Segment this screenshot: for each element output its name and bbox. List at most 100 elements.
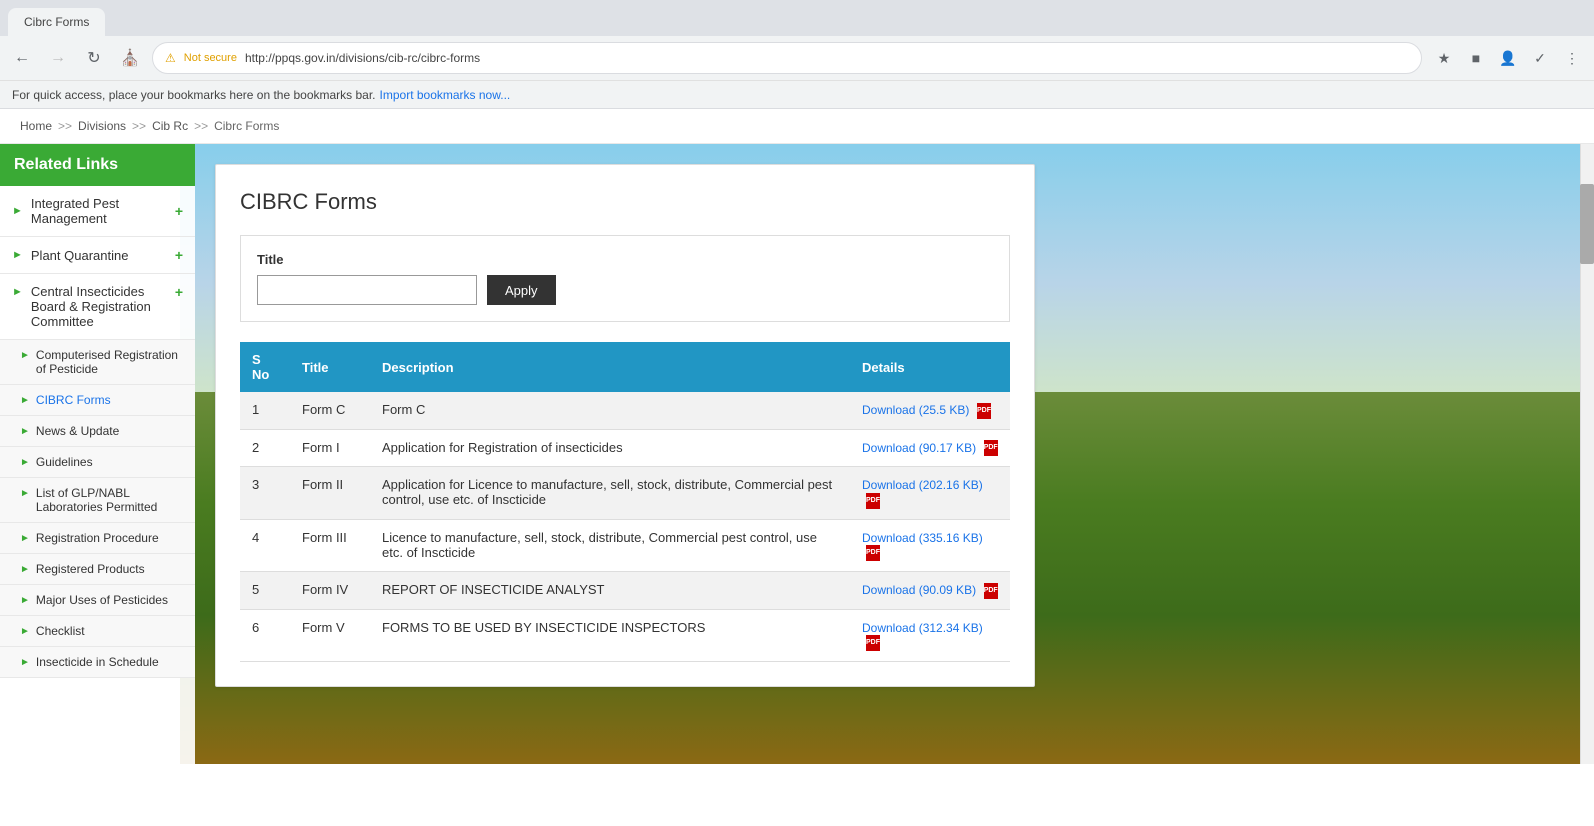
chrome-secure-icon[interactable]: ✓ [1526, 44, 1554, 72]
forward-button[interactable]: → [44, 44, 72, 72]
title-filter-input[interactable] [257, 275, 477, 305]
sidebar-sub-link-guidelines[interactable]: ► Guidelines [0, 447, 195, 477]
active-tab[interactable]: Cibrc Forms [8, 8, 105, 36]
sub-arrow-4: ► [20, 488, 30, 499]
sidebar-link-pq[interactable]: ► Plant Quarantine + [0, 237, 195, 273]
row-title-1: Form C [290, 392, 370, 429]
content-card: CIBRC Forms Title Apply S No Title [215, 164, 1035, 687]
sidebar-sub-link-labs[interactable]: ► List of GLP/NABL Laboratories Permitte… [0, 478, 195, 522]
table-row: 4 Form III Licence to manufacture, sell,… [240, 519, 1010, 572]
tab-title: Cibrc Forms [24, 15, 89, 29]
home-button[interactable]: ⛪ [116, 44, 144, 72]
extensions-button[interactable]: ■ [1462, 44, 1490, 72]
sidebar-sub-item-9: ► Insecticide in Schedule [0, 647, 195, 678]
profile-button[interactable]: 👤 [1494, 44, 1522, 72]
browser-chrome: Cibrc Forms ← → ↻ ⛪ ⚠ Not secure http://… [0, 0, 1594, 109]
table-row: 6 Form V FORMS TO BE USED BY INSECTICIDE… [240, 609, 1010, 662]
download-link-3[interactable]: Download (202.16 KB) [862, 478, 983, 492]
sidebar-sub-link-insecticide[interactable]: ► Insecticide in Schedule [0, 647, 195, 677]
sidebar-header: Related Links [0, 144, 195, 186]
pdf-icon-3: PDF [866, 493, 880, 509]
sidebar-arrow-pq: ► Plant Quarantine [12, 248, 128, 263]
table-row: 1 Form C Form C Download (25.5 KB) PDF [240, 392, 1010, 429]
download-link-2[interactable]: Download (90.17 KB) [862, 441, 976, 455]
breadcrumb-cib-rc[interactable]: Cib Rc [152, 119, 188, 133]
scrollbar[interactable] [1580, 144, 1594, 764]
row-desc-4: Licence to manufacture, sell, stock, dis… [370, 519, 850, 572]
row-sno-6: 6 [240, 609, 290, 662]
row-sno-5: 5 [240, 572, 290, 610]
main-layout: Related Links ► Integrated Pest Manageme… [0, 144, 1594, 764]
breadcrumb-home[interactable]: Home [20, 119, 52, 133]
sidebar-sub-item-0: ► Computerised Registration of Pesticide [0, 340, 195, 385]
sidebar-arrow-ipm: ► Integrated Pest Management [12, 196, 175, 226]
menu-button[interactable]: ⋮ [1558, 44, 1586, 72]
ipm-arrow-icon: ► [12, 205, 23, 217]
download-link-4[interactable]: Download (335.16 KB) [862, 531, 983, 545]
row-title-3: Form II [290, 467, 370, 520]
ipm-plus-icon: + [175, 203, 183, 219]
sidebar-sub-item-8: ► Checklist [0, 616, 195, 647]
ipm-label: Integrated Pest Management [31, 196, 175, 226]
sidebar-sub-item-6: ► Registered Products [0, 554, 195, 585]
apply-button[interactable]: Apply [487, 275, 556, 305]
sub-label-4: List of GLP/NABL Laboratories Permitted [36, 486, 183, 514]
header-title: Title [290, 342, 370, 392]
sidebar-sub-item-2: ► News & Update [0, 416, 195, 447]
row-details-3: Download (202.16 KB) PDF [850, 467, 1010, 520]
sidebar-sub-item-1: ► CIBRC Forms [0, 385, 195, 416]
row-desc-2: Application for Registration of insectic… [370, 429, 850, 467]
back-button[interactable]: ← [8, 44, 36, 72]
breadcrumb-divisions[interactable]: Divisions [78, 119, 126, 133]
row-title-5: Form IV [290, 572, 370, 610]
table-row: 5 Form IV REPORT OF INSECTICIDE ANALYST … [240, 572, 1010, 610]
sidebar-link-ipm[interactable]: ► Integrated Pest Management + [0, 186, 195, 236]
scroll-thumb[interactable] [1580, 184, 1594, 264]
row-details-1: Download (25.5 KB) PDF [850, 392, 1010, 429]
breadcrumb: Home >> Divisions >> Cib Rc >> Cibrc For… [0, 109, 1594, 144]
url-text: http://ppqs.gov.in/divisions/cib-rc/cibr… [245, 51, 1409, 65]
sidebar-item-cib: ► Central Insecticides Board & Registrat… [0, 274, 195, 340]
pq-label: Plant Quarantine [31, 248, 129, 263]
sub-arrow-9: ► [20, 657, 30, 668]
row-title-2: Form I [290, 429, 370, 467]
row-details-4: Download (335.16 KB) PDF [850, 519, 1010, 572]
import-bookmarks-link[interactable]: Import bookmarks now... [380, 88, 511, 102]
row-desc-6: FORMS TO BE USED BY INSECTICIDE INSPECTO… [370, 609, 850, 662]
pq-arrow-icon: ► [12, 249, 23, 261]
sub-arrow-6: ► [20, 564, 30, 575]
download-link-6[interactable]: Download (312.34 KB) [862, 621, 983, 635]
browser-tabs: Cibrc Forms [0, 0, 1594, 36]
sidebar-sub-link-regproc[interactable]: ► Registration Procedure [0, 523, 195, 553]
sub-label-0: Computerised Registration of Pesticide [36, 348, 183, 376]
sidebar-sub-link-news[interactable]: ► News & Update [0, 416, 195, 446]
filter-label: Title [257, 252, 993, 267]
cib-arrow-icon: ► [12, 286, 23, 298]
download-link-5[interactable]: Download (90.09 KB) [862, 583, 976, 597]
bookmark-button[interactable]: ★ [1430, 44, 1458, 72]
sidebar-sub-link-computerised[interactable]: ► Computerised Registration of Pesticide [0, 340, 195, 384]
row-title-6: Form V [290, 609, 370, 662]
row-sno-4: 4 [240, 519, 290, 572]
pdf-icon-4: PDF [866, 545, 880, 561]
sidebar-sub-link-cibrcforms[interactable]: ► CIBRC Forms [0, 385, 195, 415]
reload-button[interactable]: ↻ [80, 44, 108, 72]
address-bar[interactable]: ⚠ Not secure http://ppqs.gov.in/division… [152, 42, 1422, 74]
sidebar-link-cib[interactable]: ► Central Insecticides Board & Registrat… [0, 274, 195, 339]
sidebar-menu: ► Integrated Pest Management + ► Plant Q… [0, 186, 195, 678]
row-sno-2: 2 [240, 429, 290, 467]
sidebar-sub-link-regprods[interactable]: ► Registered Products [0, 554, 195, 584]
sub-arrow-1: ► [20, 395, 30, 406]
sidebar-sub-link-majoruses[interactable]: ► Major Uses of Pesticides [0, 585, 195, 615]
sidebar-sub-link-checklist[interactable]: ► Checklist [0, 616, 195, 646]
row-sno-3: 3 [240, 467, 290, 520]
sidebar-sub-item-5: ► Registration Procedure [0, 523, 195, 554]
pdf-icon-1: PDF [977, 403, 991, 419]
pdf-icon-2: PDF [984, 440, 998, 456]
sub-arrow-2: ► [20, 426, 30, 437]
download-link-1[interactable]: Download (25.5 KB) [862, 403, 969, 417]
breadcrumb-current: Cibrc Forms [214, 119, 279, 133]
sub-label-1: CIBRC Forms [36, 393, 111, 407]
table-row: 3 Form II Application for Licence to man… [240, 467, 1010, 520]
table-body: 1 Form C Form C Download (25.5 KB) PDF 2… [240, 392, 1010, 662]
